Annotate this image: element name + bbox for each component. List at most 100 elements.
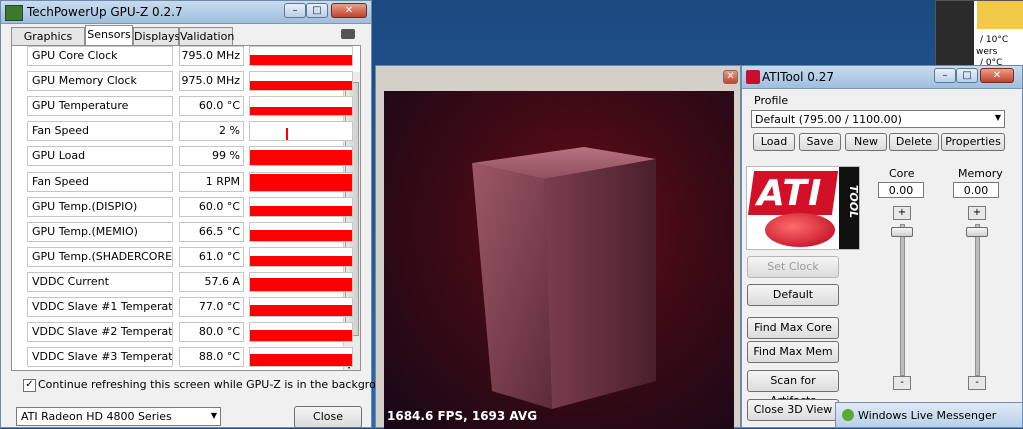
core-value-input[interactable]: 0.00 — [878, 182, 924, 198]
profile-select[interactable]: Default (795.00 / 1100.00) ▼ — [751, 110, 1005, 128]
memory-slider-track[interactable] — [975, 224, 980, 376]
sensor-value[interactable]: 795.0 MHz — [179, 46, 244, 66]
render-viewport[interactable]: 1684.6 FPS, 1693 AVG — [384, 91, 734, 429]
sensor-graph — [249, 297, 353, 317]
sensor-value[interactable]: 1 RPM — [179, 171, 244, 192]
tab-graphics-card[interactable]: Graphics Card — [11, 27, 85, 61]
core-increase-button[interactable]: + — [893, 206, 911, 220]
load-button[interactable]: Load — [753, 133, 795, 151]
ati-logo-text: ATI — [757, 173, 823, 214]
sensor-graph — [249, 221, 353, 242]
messenger-taskbar-button[interactable]: Windows Live Messenger — [835, 402, 1023, 428]
atitool-titlebar[interactable]: ATITool 0.27 – □ ✕ — [742, 66, 1022, 89]
sensor-graph — [249, 46, 353, 66]
messenger-icon — [842, 409, 854, 421]
sensor-row: GPU Load 99 % — [15, 145, 353, 167]
find-max-core-button[interactable]: Find Max Core — [747, 317, 839, 339]
sensor-row: GPU Memory Clock 975.0 MHz — [15, 70, 353, 92]
sensor-graph-fill — [250, 55, 352, 65]
sensor-graph — [249, 146, 353, 167]
save-button[interactable]: Save — [799, 133, 841, 151]
sensor-row: GPU Temperature 60.0 °C — [15, 95, 353, 117]
gpuz-window: TechPowerUp GPU-Z 0.2.7 – □ ✕ Graphics C… — [0, 0, 397, 428]
background-window-banner — [977, 1, 1023, 29]
set-clock-button[interactable]: Set Clock — [747, 256, 839, 278]
sensor-value[interactable]: 975.0 MHz — [179, 71, 244, 92]
sensor-row: GPU Temp.(DISPIO) 60.0 °C — [15, 196, 353, 218]
close-3d-view-button[interactable]: Close 3D View — [747, 399, 839, 421]
new-button[interactable]: New — [845, 133, 887, 151]
sensor-value[interactable]: 61.0 °C — [179, 246, 244, 267]
sensor-graph-fill — [250, 205, 352, 216]
ati-tool-logo: ATI TOOL — [746, 166, 860, 250]
sensor-value[interactable]: 60.0 °C — [179, 96, 244, 117]
gpuz-close-button[interactable]: Close — [294, 406, 362, 428]
sensor-name: VDDC Slave #3 Temperature — [27, 347, 173, 368]
sensor-graph-fill — [250, 330, 352, 342]
core-slider-track[interactable] — [900, 224, 905, 376]
memory-increase-button[interactable]: + — [968, 206, 986, 220]
memory-slider-thumb[interactable] — [966, 227, 988, 237]
minimize-button[interactable]: – — [284, 3, 306, 18]
sensor-row: GPU Core Clock 795.0 MHz — [15, 45, 353, 67]
gpuz-app-icon — [5, 5, 23, 21]
properties-button[interactable]: Properties — [941, 133, 1005, 151]
core-slider-thumb[interactable] — [891, 227, 913, 237]
camera-icon[interactable] — [341, 29, 355, 39]
sensor-row: VDDC Current 57.6 A — [15, 271, 353, 293]
tab-sensors[interactable]: Sensors — [85, 25, 133, 46]
sensor-value[interactable]: 60.0 °C — [179, 196, 244, 217]
sensor-graph — [249, 246, 353, 267]
background-window[interactable]: / 10°C wers / 0°C — [935, 0, 1023, 70]
sensor-graph-fill — [250, 107, 352, 116]
tool-logo-text: TOOL — [847, 184, 860, 219]
close-window-button[interactable]: ✕ — [331, 3, 367, 18]
memory-value-input[interactable]: 0.00 — [953, 182, 999, 198]
sensor-value[interactable]: 2 % — [179, 121, 244, 142]
sensor-name: GPU Temperature — [27, 96, 173, 117]
atitool-maximize-button[interactable]: □ — [956, 68, 978, 83]
chevron-down-icon: ▼ — [210, 411, 217, 420]
viewer-close-button[interactable]: ✕ — [723, 70, 738, 84]
memory-decrease-button[interactable]: - — [968, 376, 986, 390]
default-button[interactable]: Default — [747, 284, 839, 306]
sensor-graph — [249, 271, 353, 292]
atitool-minimize-button[interactable]: – — [934, 68, 956, 83]
sensor-value[interactable]: 88.0 °C — [179, 347, 244, 368]
gpuz-titlebar[interactable]: TechPowerUp GPU-Z 0.2.7 – □ ✕ — [1, 1, 371, 24]
tab-displays[interactable]: Displays — [133, 27, 180, 45]
tab-validation[interactable]: Validation — [179, 27, 234, 45]
find-max-mem-button[interactable]: Find Max Mem — [747, 341, 839, 363]
sensor-value[interactable]: 80.0 °C — [179, 322, 244, 343]
sensor-graph-fill — [250, 81, 352, 91]
sensor-value[interactable]: 66.5 °C — [179, 221, 244, 242]
sensor-row: Fan Speed 2 % — [15, 120, 353, 142]
core-label: Core — [889, 167, 915, 180]
atitool-close-button[interactable]: ✕ — [980, 68, 1014, 83]
profile-label: Profile — [754, 94, 789, 107]
cube-side-face — [544, 159, 656, 409]
maximize-button[interactable]: □ — [306, 3, 328, 18]
sensor-row: VDDC Slave #3 Temperature 88.0 °C — [15, 346, 353, 368]
sensor-graph — [249, 196, 353, 217]
refresh-checkbox[interactable]: ✓ — [23, 379, 36, 392]
sensor-graph — [249, 171, 353, 192]
refresh-label: Continue refreshing this screen while GP… — [38, 378, 397, 391]
sensor-row: GPU Temp.(MEMIO) 66.5 °C — [15, 221, 353, 243]
sensor-value[interactable]: 77.0 °C — [179, 297, 244, 317]
delete-button[interactable]: Delete — [889, 133, 939, 151]
sensor-row: Fan Speed 1 RPM — [15, 171, 353, 193]
sensor-graph-fill — [250, 174, 352, 191]
sensor-row: VDDC Slave #2 Temperature 80.0 °C — [15, 321, 353, 343]
gpu-select[interactable]: ATI Radeon HD 4800 Series ▼ — [16, 407, 221, 426]
sensor-row: GPU Temp.(SHADERCORE) 61.0 °C — [15, 246, 353, 268]
sensor-value[interactable]: 57.6 A — [179, 271, 244, 292]
sensor-name: VDDC Current — [27, 271, 173, 292]
scan-artifacts-button[interactable]: Scan for Artifacts — [747, 370, 839, 407]
sensor-name: GPU Temp.(DISPIO) — [27, 196, 173, 217]
sensor-value[interactable]: 99 % — [179, 146, 244, 167]
core-decrease-button[interactable]: - — [893, 376, 911, 390]
sensor-graph-fill — [286, 127, 288, 141]
background-window-line1: / 10°C — [980, 35, 1009, 45]
memory-label: Memory — [958, 167, 1003, 180]
